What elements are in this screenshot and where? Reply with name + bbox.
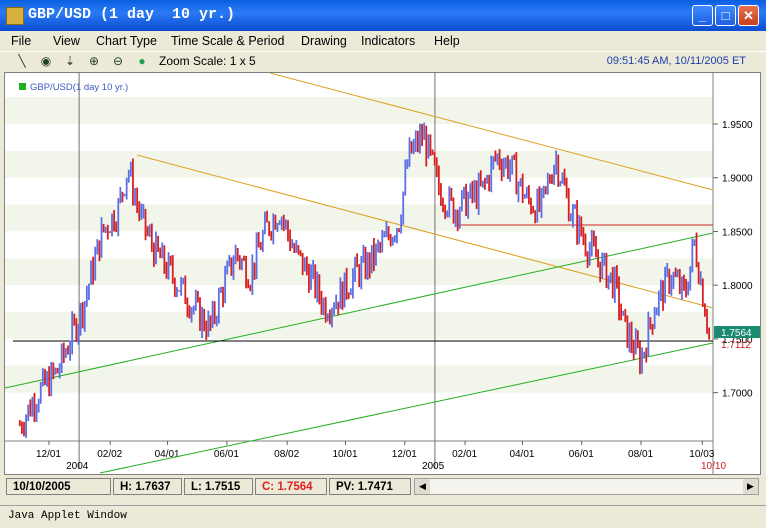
window-title: GBP/USD (1 day 10 yr.) xyxy=(28,6,236,23)
applet-label: Java Applet Window xyxy=(8,510,127,522)
zoom-out-icon[interactable]: ⊖ xyxy=(110,53,126,69)
legend-label: GBP/USD(1 day 10 yr.) xyxy=(30,82,128,93)
status-bar: 10/10/2005 H: 1.7637 L: 1.7515 C: 1.7564… xyxy=(4,476,761,497)
price-chart[interactable]: 1.95001.90001.85001.80001.75001.700012/0… xyxy=(4,72,760,474)
scroll-right-icon[interactable]: ▶ xyxy=(743,479,758,494)
horizontal-scrollbar[interactable]: ◀ ▶ xyxy=(414,478,759,495)
menu-indicators[interactable]: Indicators xyxy=(361,34,415,48)
y-axis-panel xyxy=(713,73,760,474)
status-low: L: 1.7515 xyxy=(184,478,253,495)
x-tick-label: 02/02 xyxy=(97,449,122,460)
y-tick-label: 1.9500 xyxy=(722,120,753,131)
zoom-in-icon[interactable]: ⊕ xyxy=(86,53,102,69)
grid-band xyxy=(5,365,713,393)
line-draw-icon[interactable]: ╲ xyxy=(14,53,30,69)
close-button[interactable]: ✕ xyxy=(738,5,759,26)
current-price-label: 1.7564 xyxy=(721,328,752,339)
title-bar: GBP/USD (1 day 10 yr.) _ □ ✕ xyxy=(0,0,766,31)
x-tick-label: 06/01 xyxy=(569,449,594,460)
cursor-split-icon[interactable]: ⇣ xyxy=(62,53,78,69)
target-icon[interactable]: ◉ xyxy=(38,53,54,69)
menu-chart-type[interactable]: Chart Type xyxy=(96,34,157,48)
x-tick-label: 06/01 xyxy=(214,449,239,460)
status-dot-icon[interactable]: ● xyxy=(134,53,150,69)
menu-file[interactable]: File xyxy=(11,34,31,48)
x-tick-label: 10/01 xyxy=(333,449,358,460)
minimize-button[interactable]: _ xyxy=(692,5,713,26)
chart-area[interactable]: 1.9500 1.9000 1.8500 1.8000 1.7500 1.7000 12/0… xyxy=(4,72,761,475)
y-tick-label: 1.9000 xyxy=(722,174,753,185)
secondary-price-label: 1.7112 xyxy=(721,340,751,351)
x-tick-label: 08/02 xyxy=(274,449,299,460)
menu-bar: File View Chart Type Time Scale & Period… xyxy=(0,31,766,51)
toolbar: ╲ ◉ ⇣ ⊕ ⊖ ● Zoom Scale: 1 x 5 09:51:45 A… xyxy=(0,51,766,71)
year-label: 2005 xyxy=(422,461,445,472)
year-label: 2004 xyxy=(66,461,89,472)
menu-drawing[interactable]: Drawing xyxy=(301,34,347,48)
maximize-button[interactable]: □ xyxy=(715,5,736,26)
x-tick-label: 12/01 xyxy=(392,449,417,460)
status-pv: PV: 1.7471 xyxy=(329,478,411,495)
x-tick-label: 02/01 xyxy=(452,449,477,460)
scroll-left-icon[interactable]: ◀ xyxy=(415,479,430,494)
app-icon xyxy=(6,7,24,25)
y-tick-label: 1.8500 xyxy=(722,227,753,238)
legend-swatch xyxy=(19,83,26,90)
menu-help[interactable]: Help xyxy=(434,34,460,48)
y-tick-label: 1.7000 xyxy=(722,389,753,400)
status-high: H: 1.7637 xyxy=(113,478,182,495)
grid-band xyxy=(5,97,713,124)
menu-time-scale[interactable]: Time Scale & Period xyxy=(171,34,284,48)
applet-status-bar: Java Applet Window xyxy=(0,505,766,528)
end-date-label: 10/10 xyxy=(701,461,726,472)
status-close: C: 1.7564 xyxy=(255,478,327,495)
x-tick-label: 04/01 xyxy=(509,449,534,460)
grid-band xyxy=(5,150,713,178)
x-tick-label: 12/01 xyxy=(36,449,61,460)
status-date: 10/10/2005 xyxy=(6,478,111,495)
x-tick-label: 08/01 xyxy=(628,449,653,460)
menu-view[interactable]: View xyxy=(53,34,80,48)
grid-band xyxy=(5,312,713,339)
x-tick-label: 10/03 xyxy=(689,449,714,460)
zoom-scale-label: Zoom Scale: 1 x 5 xyxy=(159,54,256,68)
timestamp: 09:51:45 AM, 10/11/2005 ET xyxy=(606,55,746,67)
y-tick-label: 1.8000 xyxy=(722,281,753,292)
